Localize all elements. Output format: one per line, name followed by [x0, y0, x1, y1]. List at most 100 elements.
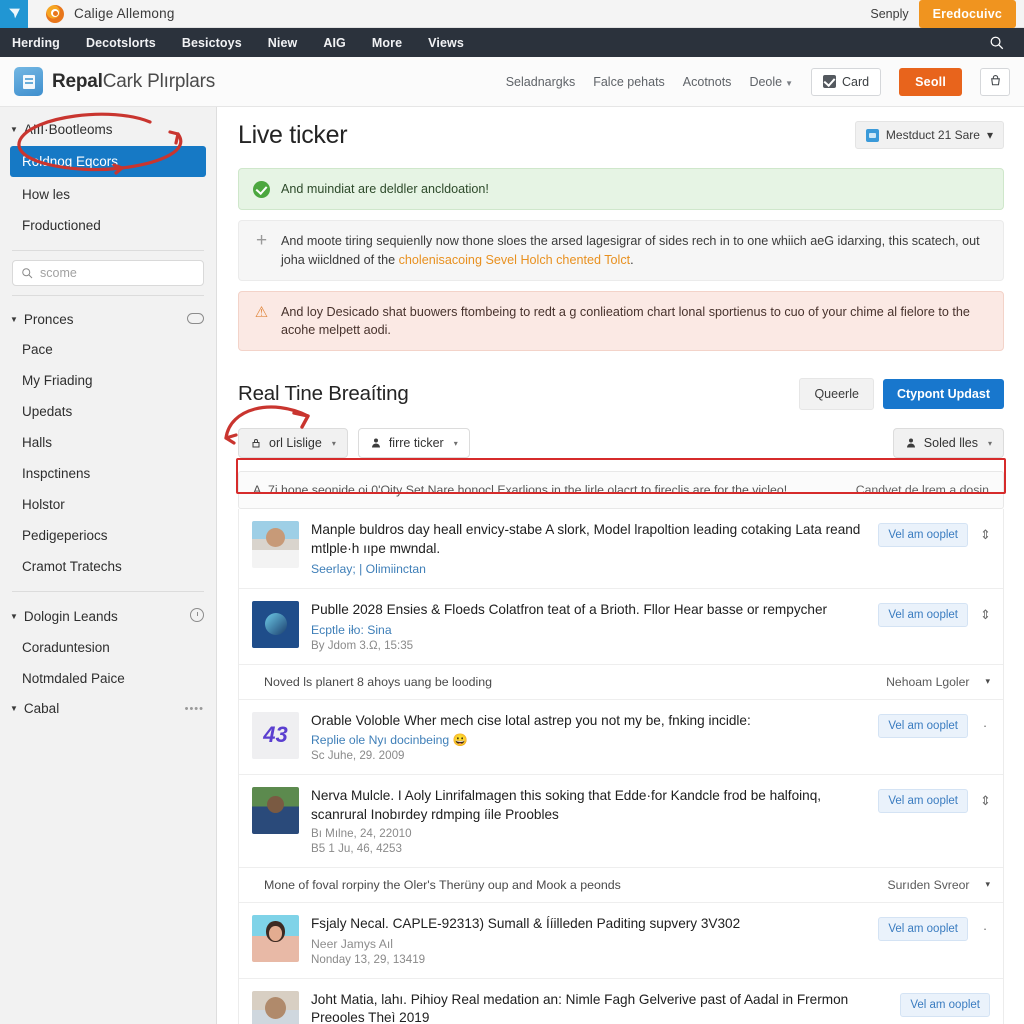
sidebar-group-pronces[interactable]: ▼ Pronces — [0, 305, 216, 334]
filter-label: firre ticker — [388, 436, 444, 451]
filter-firre-ticker[interactable]: firre ticker ▾ — [357, 428, 470, 459]
nav-item-1[interactable]: Decotslorts — [86, 36, 156, 50]
version-selector[interactable]: Mestduct 21 Sare ▾ — [854, 121, 1004, 149]
filter-soled-lles[interactable]: Soled lles ▾ — [892, 428, 1004, 459]
row-more-icon[interactable]: ⇕ — [980, 607, 991, 623]
nav-item-3[interactable]: Niew — [268, 36, 298, 50]
sub-row-label[interactable]: Surıden Svreor — [888, 878, 970, 892]
row-subtitle[interactable]: Replie ole Nyı docinbeing 😀 — [311, 733, 866, 747]
row-meta: By Jdom 3.Ω, 15:35 — [311, 638, 414, 652]
row-title[interactable]: Fsjaly Necal. CAPLE-92313) Sumall & Ííil… — [311, 915, 866, 934]
cart-button[interactable] — [980, 67, 1010, 96]
sidebar-item-halls[interactable]: Halls — [0, 427, 216, 458]
row-subtitle[interactable]: Seerlay; | Olimiinctan — [311, 562, 866, 576]
sidebar-item-pedigeperiocs[interactable]: Pedigeperiocs — [0, 520, 216, 551]
nav-item-5[interactable]: More — [372, 36, 402, 50]
sidebar-item-cramottratechs[interactable]: Cramot Tratechs — [0, 551, 216, 582]
table-row[interactable]: Joht Matia, lahı. Pihioy Real medation a… — [239, 979, 1003, 1024]
chevron-down-icon[interactable]: ▾ — [985, 676, 990, 687]
check-circle-icon — [253, 180, 270, 198]
sidebar-group-label: Cabal — [23, 701, 60, 716]
header-link-0[interactable]: Seladnargks — [506, 75, 576, 89]
row-action-button[interactable]: Vel am ooplet — [878, 916, 968, 941]
row-title[interactable]: Nerva Mulcle. I Aoly Linrifalmagen this … — [311, 787, 866, 825]
sidebar-group-cabal[interactable]: ▼ Cabal •••• — [0, 694, 216, 723]
table-row[interactable]: Publle 2028 Ensies & Floeds Colatfron te… — [239, 589, 1003, 665]
filter-orl-lislige[interactable]: orl Lislige ▾ — [238, 428, 348, 459]
row-subtitle[interactable]: Ecptle iło: Sina — [311, 623, 866, 637]
ticker-list: Manple buldros day heall envicy-stabe A … — [238, 509, 1004, 1024]
browser-tab-title: Calige Allemong — [74, 6, 175, 21]
header-dropdown[interactable]: Deole ▼ — [749, 75, 793, 89]
chevron-down-icon[interactable]: ▾ — [985, 879, 990, 890]
sidebar-item-inspctinens[interactable]: Inspctinens — [0, 458, 216, 489]
sub-row-label[interactable]: Nehoam Lgoler — [886, 675, 969, 689]
header-link-2[interactable]: Acotnots — [683, 75, 732, 89]
row-title[interactable]: Manple buldros day heall envicy-stabe A … — [311, 521, 866, 559]
sidebar-item-notmdaledpaice[interactable]: Notmdaled Paice — [0, 663, 216, 694]
table-row[interactable]: Nerva Mulcle. I Aoly Linrifalmagen this … — [239, 775, 1003, 868]
queerle-button[interactable]: Queerle — [799, 378, 874, 411]
app-root: Calige Allemong Senply Eredocuivc Herdin… — [0, 0, 1024, 1024]
row-action-button[interactable]: Vel am ooplet — [878, 523, 968, 548]
table-row[interactable]: Manple buldros day heall envicy-stabe A … — [239, 509, 1003, 589]
table-row[interactable]: Fsjaly Necal. CAPLE-92313) Sumall & Ííil… — [239, 903, 1003, 979]
row-title[interactable]: Orable Voloble Wher mech cise lotal astr… — [311, 712, 866, 731]
browser-supply-link[interactable]: Senply — [870, 7, 908, 21]
row-more-icon[interactable]: · — [980, 718, 990, 733]
row-title[interactable]: Joht Matia, lahı. Pihioy Real medation a… — [311, 991, 888, 1024]
notice-action[interactable]: Candvet de lrem a dosin — [856, 483, 989, 497]
site-favicon-icon — [46, 4, 64, 23]
filter-row: orl Lislige ▾ firre ticker ▾ Soled lles … — [238, 428, 1004, 459]
row-title[interactable]: Publle 2028 Ensies & Floeds Colatfron te… — [311, 601, 866, 620]
list-item-sub[interactable]: Mone of foval rorpiny the Oler's Therüny… — [239, 868, 1003, 903]
row-meta: Nonday 13, 29, 13419 — [311, 952, 426, 966]
dots-icon[interactable]: •••• — [185, 703, 204, 715]
sidebar-item-myfriading[interactable]: My Friading — [0, 365, 216, 396]
brand-logo-icon — [14, 67, 43, 96]
card-button-label: Card — [842, 74, 870, 89]
sidebar-item-froductioned[interactable]: Froductioned — [0, 210, 216, 241]
brand[interactable]: RepalCark Plırplars — [14, 67, 215, 96]
nav-item-2[interactable]: Besictoys — [182, 36, 242, 50]
sidebar-group-allbootleoms[interactable]: ▼ AIII·Bootleoms — [0, 115, 216, 144]
row-actions: Vel am ooplet · — [878, 712, 990, 738]
sidebar-item-howles[interactable]: How les — [0, 179, 216, 210]
chevron-down-icon: ▾ — [331, 438, 336, 448]
row-actions: Vel am ooplet ⇕ — [878, 787, 991, 814]
table-row[interactable]: 43 Orable Voloble Wher mech cise lotal a… — [239, 700, 1003, 776]
nav-item-6[interactable]: Views — [428, 36, 464, 50]
row-more-icon[interactable]: ⇕ — [980, 793, 991, 809]
avatar: 43 — [252, 711, 299, 759]
header-link-1[interactable]: Falce pehats — [593, 75, 665, 89]
navbar-search-button[interactable] — [989, 35, 1012, 50]
sidebar-item-pace[interactable]: Pace — [0, 334, 216, 365]
browser-tab-icon[interactable] — [0, 0, 28, 28]
nav-item-4[interactable]: AIG — [323, 36, 346, 50]
crypont-update-button[interactable]: Ctypont Updast — [882, 379, 1004, 410]
row-more-icon[interactable]: ⇕ — [980, 527, 991, 543]
search-icon — [22, 268, 33, 279]
sell-button[interactable]: Seoll — [899, 67, 962, 96]
row-action-button[interactable]: Vel am ooplet — [900, 992, 990, 1017]
sidebar-search[interactable]: scome — [12, 260, 204, 286]
sidebar-item-upedats[interactable]: Upedats — [0, 396, 216, 427]
sidebar-group-dologinleands[interactable]: ▼ Dologin Leands — [0, 601, 216, 632]
browser-cta-button[interactable]: Eredocuivc — [918, 0, 1016, 28]
row-action-button[interactable]: Vel am ooplet — [878, 602, 968, 627]
list-item-sub[interactable]: Noved ls planert 8 ahoys uang be looding… — [239, 665, 1003, 700]
row-action-button[interactable]: Vel am ooplet — [878, 789, 968, 814]
nav-item-0[interactable]: Herding — [12, 36, 60, 50]
filter-label: orl Lislige — [269, 436, 322, 451]
alert-info-link[interactable]: cholenisacoing Sevel Holch chented Tolct — [399, 253, 631, 267]
card-button[interactable]: Card — [811, 67, 882, 96]
row-more-icon[interactable]: · — [980, 921, 990, 936]
page-title: Live ticker — [238, 121, 348, 149]
section-actions: Queerle Ctypont Updast — [799, 378, 1004, 411]
pill-toggle-icon[interactable] — [187, 312, 204, 327]
sidebar-item-active[interactable]: Roldnog Eqcors — [10, 146, 206, 177]
sidebar-item-coraduntesion[interactable]: Coraduntesion — [0, 632, 216, 663]
row-action-button[interactable]: Vel am ooplet — [878, 713, 968, 738]
sidebar-item-holstor[interactable]: Holstor — [0, 489, 216, 520]
alert-warning: ⚠ And loy Desicado shat buowers ftombein… — [238, 290, 1004, 352]
